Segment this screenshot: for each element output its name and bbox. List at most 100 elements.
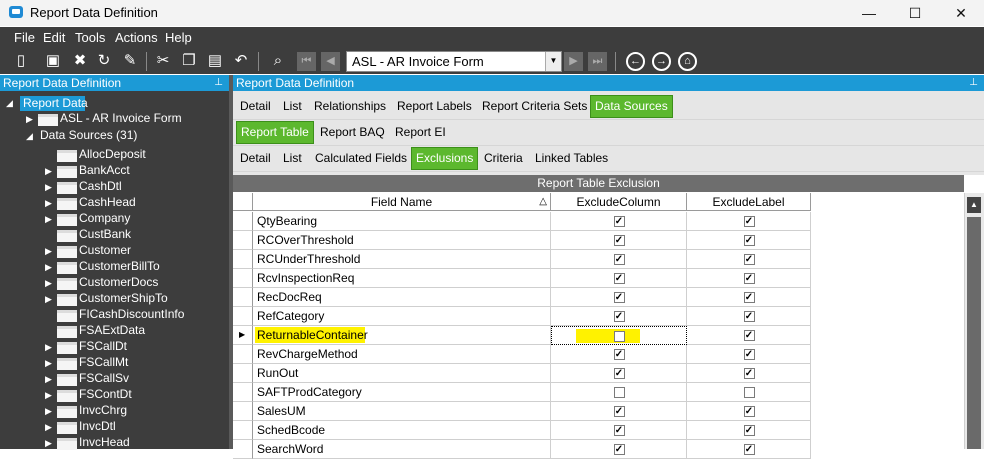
tab-linked-tables[interactable]: Linked Tables [531, 147, 612, 170]
table-row[interactable]: RCUnderThreshold ✓ ✓ [233, 250, 811, 269]
minimize-button[interactable]: — [846, 0, 892, 26]
collapsed-arrow-icon[interactable]: ▶ [45, 214, 52, 225]
checked-checkbox[interactable]: ✓ [613, 235, 625, 246]
copy-icon[interactable]: ❐ [180, 52, 198, 70]
row-selector[interactable] [233, 288, 253, 307]
tree-item[interactable]: Company [79, 211, 130, 225]
unchecked-checkbox[interactable] [614, 331, 625, 342]
menu-help[interactable]: Help [165, 30, 192, 45]
previous-record-button[interactable]: ◀ [321, 52, 340, 71]
back-icon[interactable]: ← [626, 52, 645, 71]
tab-report-criteria-sets[interactable]: Report Criteria Sets [478, 95, 591, 118]
checked-checkbox[interactable]: ✓ [743, 273, 755, 284]
collapsed-arrow-icon[interactable]: ▶ [45, 182, 52, 193]
table-row[interactable]: SalesUM ✓ ✓ [233, 402, 811, 421]
collapsed-arrow-icon[interactable]: ▶ [45, 166, 52, 177]
tab-report-labels[interactable]: Report Labels [393, 95, 476, 118]
table-row[interactable]: SearchWord ✓ ✓ [233, 440, 811, 459]
new-icon[interactable]: ▯ [12, 52, 30, 70]
field-name-cell[interactable]: SalesUM [253, 402, 551, 421]
tree-item[interactable]: AllocDeposit [79, 147, 146, 161]
checked-checkbox[interactable]: ✓ [613, 444, 625, 455]
tab-list[interactable]: List [279, 95, 306, 118]
row-selector[interactable] [233, 212, 253, 231]
field-name-cell[interactable]: ReturnableContainer [253, 326, 551, 345]
table-row[interactable]: QtyBearing ✓ ✓ [233, 212, 811, 231]
tab-list[interactable]: List [279, 147, 306, 170]
checked-checkbox[interactable]: ✓ [613, 216, 625, 227]
collapsed-arrow-icon[interactable]: ▶ [45, 422, 52, 433]
menu-edit[interactable]: Edit [43, 30, 65, 45]
table-row[interactable]: RevChargeMethod ✓ ✓ [233, 345, 811, 364]
collapsed-arrow-icon[interactable]: ▶ [45, 390, 52, 401]
checked-checkbox[interactable]: ✓ [613, 406, 625, 417]
field-name-cell[interactable]: SchedBcode [253, 421, 551, 440]
tab-relationships[interactable]: Relationships [310, 95, 390, 118]
checked-checkbox[interactable]: ✓ [743, 425, 755, 436]
paste-icon[interactable]: ▤ [206, 52, 224, 70]
expanded-arrow-icon[interactable]: ◢ [26, 131, 33, 142]
close-button[interactable]: ✕ [938, 0, 984, 26]
tab-calculated-fields[interactable]: Calculated Fields [311, 147, 411, 170]
checked-checkbox[interactable]: ✓ [613, 292, 625, 303]
pin-icon[interactable]: ⊥ [214, 75, 223, 91]
table-row[interactable]: SAFTProdCategory [233, 383, 811, 402]
field-name-cell[interactable]: SearchWord [253, 440, 551, 459]
checked-checkbox[interactable]: ✓ [743, 292, 755, 303]
collapsed-arrow-icon[interactable]: ▶ [45, 246, 52, 257]
tree-item[interactable]: InvcHead [79, 435, 130, 449]
vertical-scrollbar[interactable]: ▲ [964, 193, 984, 449]
binoculars-icon[interactable]: ⌕ [269, 52, 287, 70]
collapsed-arrow-icon[interactable]: ▶ [45, 278, 52, 289]
last-record-button[interactable]: ⏭ [588, 52, 607, 71]
tree-item[interactable]: FSCallMt [79, 355, 128, 369]
row-selector[interactable] [233, 307, 253, 326]
table-row[interactable]: RcvInspectionReq ✓ ✓ [233, 269, 811, 288]
tab-criteria[interactable]: Criteria [480, 147, 527, 170]
collapsed-arrow-icon[interactable]: ▶ [45, 406, 52, 417]
row-selector[interactable] [233, 383, 253, 402]
field-name-cell[interactable]: RefCategory [253, 307, 551, 326]
checked-checkbox[interactable]: ✓ [743, 311, 755, 322]
column-header-field-name[interactable]: Field Name △ [253, 193, 551, 211]
tree-node-form[interactable]: ASL - AR Invoice Form [60, 111, 182, 125]
checked-checkbox[interactable]: ✓ [613, 368, 625, 379]
checked-checkbox[interactable]: ✓ [613, 311, 625, 322]
column-header-exclude-label[interactable]: ExcludeLabel [687, 193, 811, 211]
tab-data-sources[interactable]: Data Sources [590, 95, 673, 118]
tab-detail[interactable]: Detail [236, 147, 275, 170]
field-name-cell[interactable]: RevChargeMethod [253, 345, 551, 364]
refresh-icon[interactable]: ↻ [95, 52, 113, 70]
tree-item[interactable]: Customer [79, 243, 131, 257]
row-selector[interactable] [233, 440, 253, 459]
chevron-down-icon[interactable]: ▼ [545, 52, 561, 71]
tree-item[interactable]: FICashDiscountInfo [79, 307, 184, 321]
checked-checkbox[interactable]: ✓ [743, 406, 755, 417]
scroll-thumb[interactable] [967, 217, 981, 449]
first-record-button[interactable]: ⏮ [297, 52, 316, 71]
cut-icon[interactable]: ✂ [154, 52, 172, 70]
next-record-button[interactable]: ▶ [564, 52, 583, 71]
row-selector[interactable] [233, 345, 253, 364]
tree-root[interactable]: Report Data [23, 96, 88, 110]
unchecked-checkbox[interactable] [743, 387, 755, 398]
field-name-cell[interactable]: SAFTProdCategory [253, 383, 551, 402]
field-name-cell[interactable]: RCUnderThreshold [253, 250, 551, 269]
table-row[interactable]: RefCategory ✓ ✓ [233, 307, 811, 326]
row-selector[interactable] [233, 250, 253, 269]
row-selector[interactable] [233, 231, 253, 250]
field-name-cell[interactable]: QtyBearing [253, 212, 551, 231]
record-combo[interactable]: ASL - AR Invoice Form ▼ [346, 51, 562, 72]
tree-item[interactable]: InvcDtl [79, 419, 116, 433]
tree-item[interactable]: CustBank [79, 227, 131, 241]
row-selector[interactable] [233, 402, 253, 421]
tree-item[interactable]: FSCallSv [79, 371, 129, 385]
collapsed-arrow-icon[interactable]: ▶ [45, 198, 52, 209]
menu-file[interactable]: File [14, 30, 35, 45]
field-name-cell[interactable]: RunOut [253, 364, 551, 383]
maximize-button[interactable]: ☐ [892, 0, 938, 26]
tab-detail[interactable]: Detail [236, 95, 275, 118]
row-selector[interactable] [233, 421, 253, 440]
field-name-cell[interactable]: RCOverThreshold [253, 231, 551, 250]
menu-tools[interactable]: Tools [75, 30, 105, 45]
